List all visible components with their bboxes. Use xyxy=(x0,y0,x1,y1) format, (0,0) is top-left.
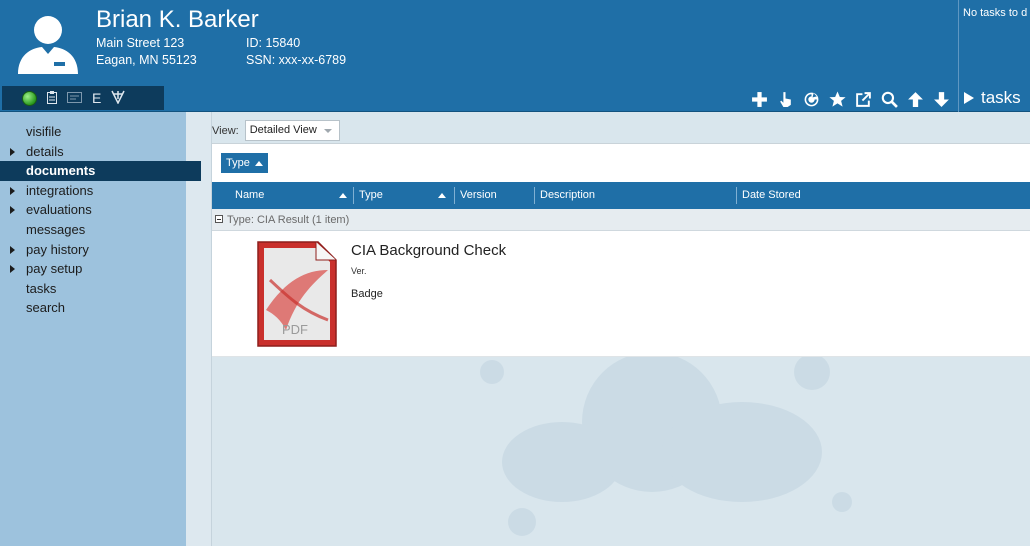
sidebar-item-documents[interactable]: documents xyxy=(0,161,201,181)
column-date-stored[interactable]: Date Stored xyxy=(736,182,942,209)
sidebar-item-search[interactable]: search xyxy=(0,298,186,318)
employee-id-value: 15840 xyxy=(265,36,301,50)
group-by-type-chip[interactable]: Type xyxy=(221,153,268,173)
play-icon xyxy=(964,92,974,104)
medical-icon[interactable] xyxy=(111,90,126,106)
expand-caret-icon[interactable] xyxy=(10,245,15,254)
sidebar-item-details[interactable]: details xyxy=(0,142,186,162)
expand-caret-icon[interactable] xyxy=(10,186,15,195)
group-by-bar: Type xyxy=(212,144,1030,182)
status-bar: E xyxy=(2,86,164,110)
sidebar-item-label: pay setup xyxy=(26,261,83,277)
column-divider xyxy=(736,187,737,204)
star-icon[interactable] xyxy=(826,88,848,110)
arrow-down-icon[interactable] xyxy=(930,88,952,110)
group-row-cia-result[interactable]: Type: CIA Result (1 item) xyxy=(212,209,1030,231)
pointer-icon[interactable] xyxy=(774,88,796,110)
pdf-icon-text: PDF xyxy=(282,322,308,337)
chevron-down-icon xyxy=(323,129,332,133)
sort-ascending-icon xyxy=(254,160,263,166)
group-row-label: Type: CIA Result (1 item) xyxy=(227,214,350,226)
tasks-panel: No tasks to d tasks xyxy=(958,0,1030,112)
tasks-message: No tasks to d xyxy=(963,7,1028,19)
sidebar-item-label: tasks xyxy=(26,280,57,296)
sidebar-item-visifile[interactable]: visifile xyxy=(0,122,186,142)
pdf-file-icon: PDF xyxy=(257,241,337,347)
document-description: Badge xyxy=(351,288,383,300)
view-dropdown[interactable]: Detailed View xyxy=(244,120,340,141)
view-dropdown-value: Detailed View xyxy=(249,124,317,136)
add-icon[interactable] xyxy=(748,88,770,110)
grid-column-header: Name Type Version Description Date Store… xyxy=(212,182,1030,209)
sidebar-item-pay-history[interactable]: pay history xyxy=(0,240,186,260)
column-divider xyxy=(353,187,354,204)
document-title[interactable]: CIA Background Check xyxy=(351,242,506,259)
expand-caret-icon[interactable] xyxy=(10,265,15,274)
clipboard-icon[interactable] xyxy=(47,90,57,106)
view-selector-row: View: Detailed View xyxy=(212,120,340,141)
sidebar-item-label: details xyxy=(26,143,64,159)
employee-name: Brian K. Barker xyxy=(96,6,259,33)
employee-address-line2: Eagan, MN 55123 xyxy=(96,53,197,67)
column-name[interactable]: Name xyxy=(235,182,353,209)
e-verify-icon[interactable]: E xyxy=(92,91,101,105)
sidebar-item-label: integrations xyxy=(26,182,94,198)
search-icon[interactable] xyxy=(878,88,900,110)
employee-ssn: SSN: xxx-xx-6789 xyxy=(246,53,346,67)
column-description[interactable]: Description xyxy=(534,182,730,209)
refresh-icon[interactable] xyxy=(800,88,822,110)
column-label: Type xyxy=(359,189,383,201)
sidebar-item-integrations[interactable]: integrations xyxy=(0,181,186,201)
employee-avatar-icon xyxy=(18,16,78,74)
sidebar-nav: visifile details documents integrations … xyxy=(0,112,201,546)
documents-main: View: Detailed View Type Name Type Versi… xyxy=(211,112,1030,546)
column-divider xyxy=(534,187,535,204)
sidebar-item-label: visifile xyxy=(26,124,62,139)
documents-grid: Type Name Type Version Description Date … xyxy=(212,143,1030,357)
column-label: Name xyxy=(235,189,265,201)
export-icon[interactable] xyxy=(852,88,874,110)
tasks-button[interactable]: tasks xyxy=(963,88,1021,108)
sidebar-item-label: evaluations xyxy=(26,202,92,218)
expand-caret-icon[interactable] xyxy=(10,147,15,156)
arrow-up-icon[interactable] xyxy=(904,88,926,110)
sidebar-item-label: pay history xyxy=(26,241,89,257)
sidebar-item-label: search xyxy=(26,300,66,316)
column-version[interactable]: Version xyxy=(454,182,532,209)
group-chip-label: Type xyxy=(226,157,250,169)
collapse-icon[interactable] xyxy=(215,215,223,224)
sort-ascending-icon xyxy=(438,193,446,198)
sort-ascending-icon xyxy=(339,193,347,198)
column-type[interactable]: Type xyxy=(353,182,455,209)
employee-ssn-value: xxx-xx-6789 xyxy=(278,53,347,67)
employee-ssn-label: SSN: xyxy=(246,53,276,67)
employee-id: ID: 15840 xyxy=(246,36,300,50)
column-label: Description xyxy=(540,189,596,201)
sidebar-item-messages[interactable]: messages xyxy=(0,220,186,240)
action-toolbar xyxy=(748,88,952,110)
document-version: Ver. xyxy=(351,266,367,276)
column-divider xyxy=(454,187,455,204)
tasks-button-label: tasks xyxy=(981,88,1021,107)
sidebar-item-label: messages xyxy=(26,221,86,237)
sidebar-item-tasks[interactable]: tasks xyxy=(0,279,186,299)
employee-id-label: ID: xyxy=(246,36,262,50)
expand-caret-icon[interactable] xyxy=(10,206,15,215)
sidebar-item-pay-setup[interactable]: pay setup xyxy=(0,259,186,279)
column-label: Version xyxy=(460,189,497,201)
employee-address-line1: Main Street 123 xyxy=(96,36,185,50)
sidebar-item-evaluations[interactable]: evaluations xyxy=(0,200,186,220)
document-row[interactable]: PDF CIA Background Check Ver. Badge xyxy=(212,231,1030,357)
status-green-icon[interactable] xyxy=(22,90,37,106)
sidebar-item-label: documents xyxy=(26,163,96,179)
view-label: View: xyxy=(212,124,239,137)
employee-header: Brian K. Barker Main Street 123 Eagan, M… xyxy=(0,0,1030,112)
id-card-icon[interactable] xyxy=(67,91,82,105)
column-label: Date Stored xyxy=(742,189,801,201)
